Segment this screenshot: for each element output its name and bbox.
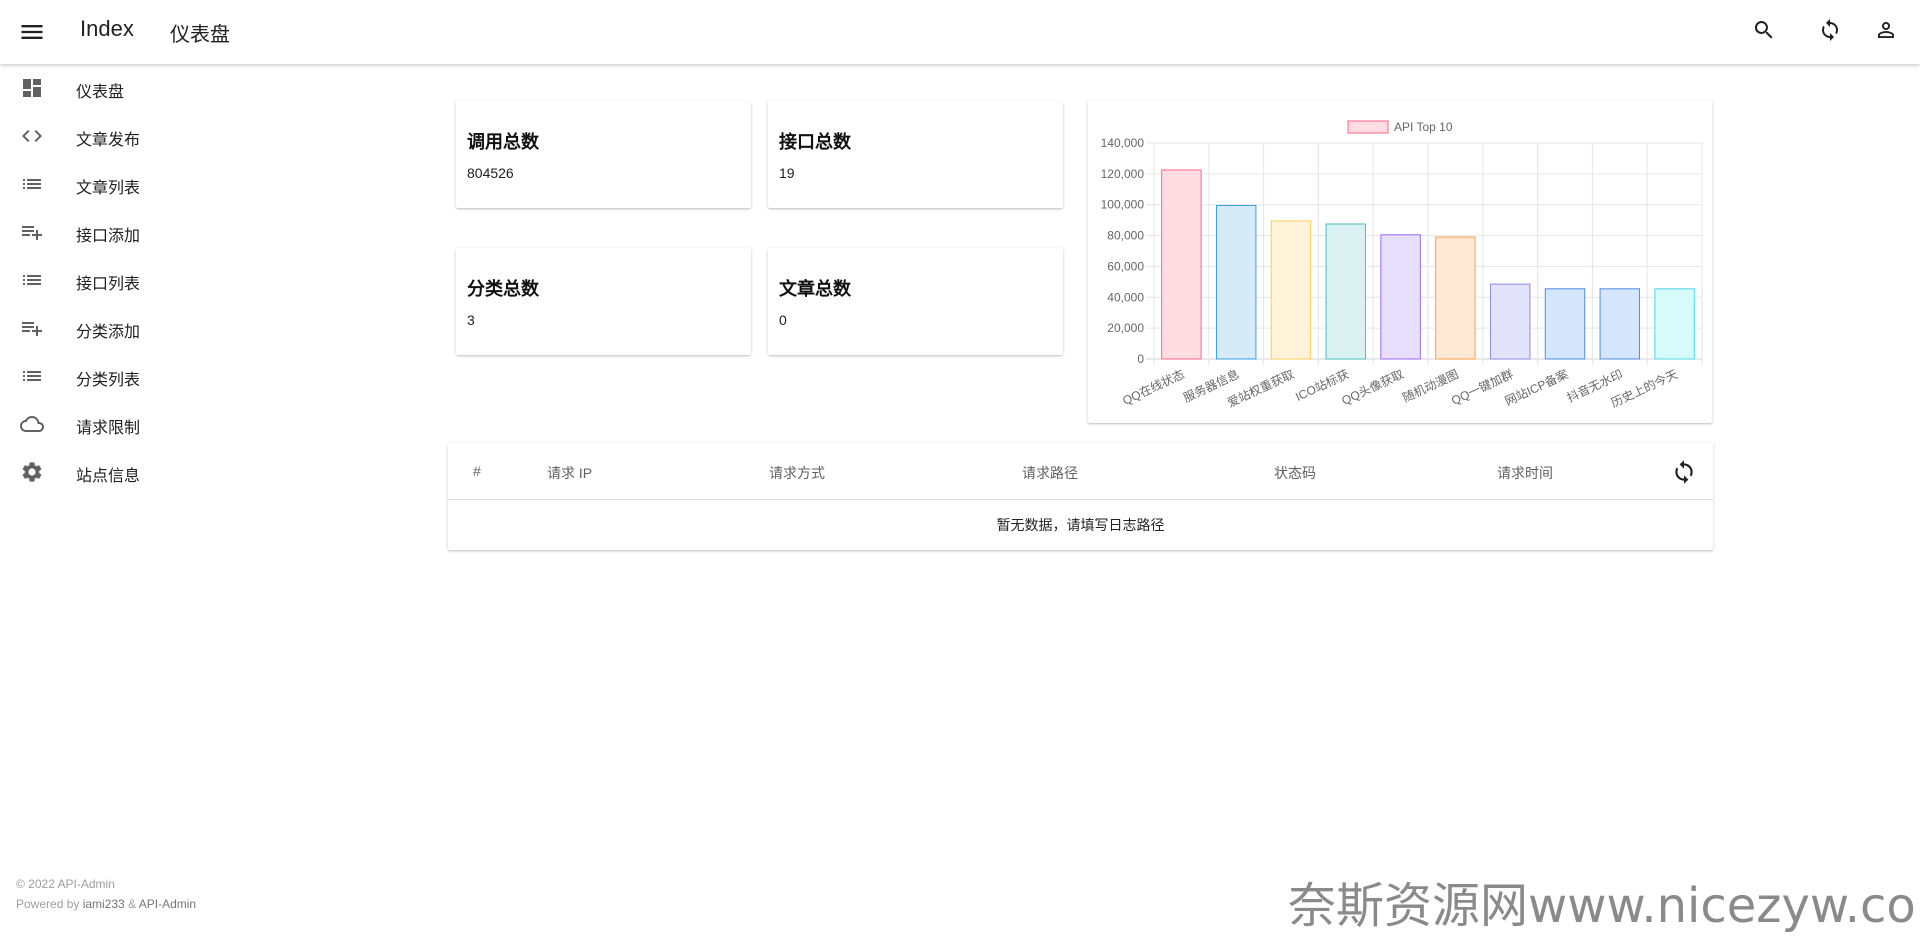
stat-card-total-articles: 文章总数 0 [768, 248, 1063, 355]
column-header-time: 请求时间 [1497, 465, 1553, 481]
chart-bar [1380, 234, 1421, 360]
request-log-table: # 请求 IP 请求方式 请求路径 状态码 请求时间 暂无数据，请填写日志路径 [448, 443, 1713, 550]
sidebar-item-category-list[interactable]: 分类列表 [0, 352, 300, 400]
stat-value: 19 [779, 165, 795, 181]
sidebar-item-site-info[interactable]: 站点信息 [0, 448, 300, 496]
sidebar-item-label: 分类添加 [76, 324, 141, 341]
y-tick-label: 60,000 [1107, 259, 1144, 273]
y-tick-label: 120,000 [1101, 167, 1145, 181]
sync-icon[interactable] [1818, 18, 1846, 46]
chart-bar [1215, 204, 1257, 360]
menu-icon[interactable] [18, 18, 46, 46]
stat-card-total-categories: 分类总数 3 [456, 248, 751, 355]
stat-title: 接口总数 [779, 132, 851, 152]
account-icon[interactable] [1874, 18, 1902, 46]
footer-author-link[interactable]: iami233 [83, 897, 125, 911]
stat-value: 3 [467, 312, 475, 328]
y-tick-label: 0 [1137, 352, 1144, 366]
sidebar-item-api-list[interactable]: 接口列表 [0, 256, 300, 304]
chart-bar [1435, 236, 1476, 360]
sidebar-item-label: 站点信息 [76, 468, 141, 485]
sidebar-item-label: 接口列表 [76, 276, 141, 293]
sidebar-item-rate-limit[interactable]: 请求限制 [0, 400, 300, 448]
dashboard-icon [20, 76, 44, 100]
stat-title: 调用总数 [467, 132, 539, 152]
page-title: 仪表盘 [170, 24, 230, 46]
chart-bar [1544, 288, 1586, 360]
footer-project-link[interactable]: API-Admin [139, 897, 196, 911]
footer: © 2022 API-Admin Powered by iami233 & AP… [16, 874, 196, 914]
playlist-add-icon [20, 220, 44, 244]
list-icon [20, 268, 44, 292]
api-top10-chart-card: API Top 10 0 20,000 40,000 60,000 80,000 100,0… [1088, 101, 1712, 423]
api-top10-chart: API Top 10 0 20,000 40,000 60,000 80,000 100,0… [1101, 120, 1703, 410]
sidebar-item-label: 请求限制 [76, 420, 141, 437]
chart-bar [1161, 169, 1202, 360]
footer-copyright: © 2022 API-Admin [16, 877, 115, 891]
sidebar-item-label: 分类列表 [76, 372, 141, 389]
stat-title: 分类总数 [467, 279, 539, 299]
stat-value: 804526 [467, 165, 514, 181]
footer-powered-prefix: Powered by [16, 897, 83, 911]
x-tick-label: QQ头像获取 [1340, 367, 1406, 408]
column-header-status: 状态码 [1274, 465, 1316, 481]
watermark: 奈斯资源网www.nicezyw.com [1288, 878, 1920, 934]
chart-bar [1654, 288, 1695, 360]
stat-card-total-calls: 调用总数 804526 [456, 101, 751, 208]
sidebar-item-label: 文章列表 [76, 180, 141, 197]
sidebar-item-add-api[interactable]: 接口添加 [0, 208, 300, 256]
code-icon [20, 124, 44, 148]
column-header-ip: 请求 IP [547, 465, 593, 481]
x-tick-label: 网站ICP备案 [1502, 366, 1570, 408]
y-tick-label: 140,000 [1101, 136, 1145, 150]
app-title[interactable]: Index [80, 16, 134, 42]
search-icon[interactable] [1752, 18, 1780, 46]
sidebar-item-article-list[interactable]: 文章列表 [0, 160, 300, 208]
chart-bar [1325, 223, 1367, 360]
chart-bar [1599, 288, 1641, 360]
y-tick-label: 40,000 [1107, 290, 1144, 304]
sidebar-item-add-category[interactable]: 分类添加 [0, 304, 300, 352]
table-divider [448, 499, 1713, 500]
table-empty-message: 暂无数据，请填写日志路径 [996, 517, 1165, 533]
column-header-method: 请求方式 [769, 465, 825, 481]
y-tick-label: 80,000 [1107, 229, 1144, 243]
sidebar-item-post-article[interactable]: 文章发布 [0, 112, 300, 160]
sidebar-item-label: 仪表盘 [76, 84, 125, 101]
y-tick-label: 20,000 [1107, 321, 1144, 335]
legend-label: API Top 10 [1394, 120, 1453, 134]
stat-value: 0 [779, 312, 787, 328]
stat-card-total-apis: 接口总数 19 [768, 101, 1063, 208]
cloud-icon [19, 412, 44, 436]
y-tick-label: 100,000 [1101, 198, 1145, 212]
sidebar-item-dashboard[interactable]: 仪表盘 [0, 64, 300, 112]
chart-bar [1270, 220, 1312, 360]
x-tick-label: QQ在线状态 [1120, 367, 1186, 408]
legend-swatch [1347, 120, 1389, 134]
app-bar: Index 仪表盘 [0, 0, 1920, 64]
sidebar-item-label: 文章发布 [76, 132, 141, 149]
stat-title: 文章总数 [779, 279, 851, 299]
refresh-icon[interactable] [1671, 459, 1697, 485]
list-icon [20, 172, 44, 196]
list-icon [20, 364, 44, 388]
column-header-index: # [473, 463, 481, 479]
footer-powered-by: Powered by iami233 & API-Admin [16, 894, 196, 914]
sidebar-item-label: 接口添加 [76, 228, 141, 245]
sidebar: 仪表盘 文章发布 文章列表 接口添加 接口列表 分类添加 分类列表 请求限制 站… [0, 64, 300, 933]
footer-amp: & [124, 897, 139, 911]
gear-icon [20, 460, 44, 484]
playlist-add-icon [20, 316, 44, 340]
column-header-path: 请求路径 [1022, 465, 1078, 481]
chart-bar [1489, 283, 1531, 360]
